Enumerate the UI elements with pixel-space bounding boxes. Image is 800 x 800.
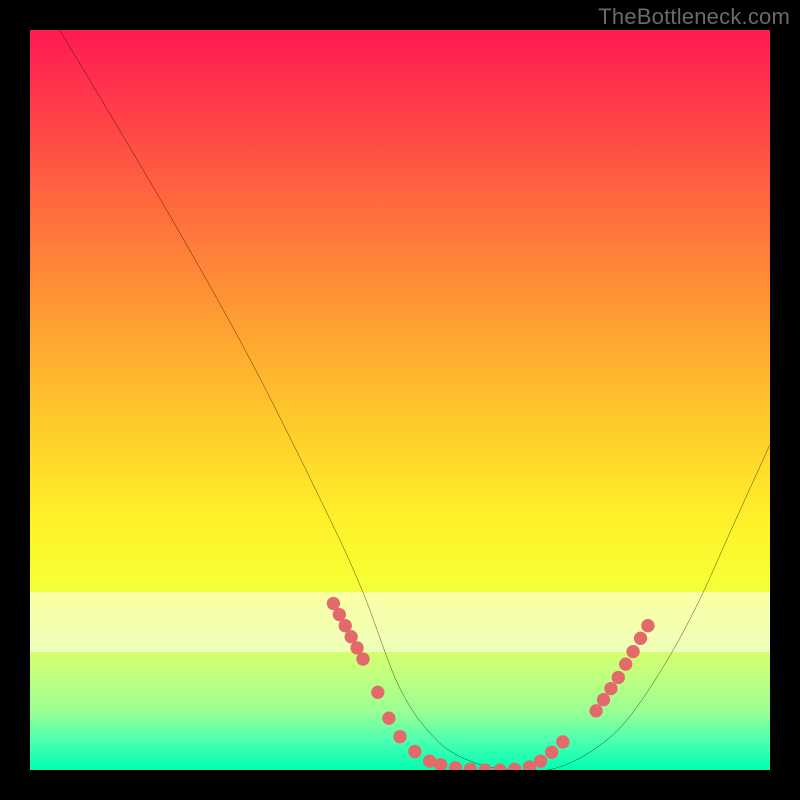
highlight-point [619,658,632,671]
highlight-point [626,645,639,658]
highlight-point [641,619,654,632]
highlight-point [604,682,617,695]
highlight-points [327,597,655,770]
plot-area [30,30,770,770]
highlight-point [382,712,395,725]
highlight-point [393,730,406,743]
highlight-point [556,735,569,748]
highlight-point [508,763,521,770]
highlight-point [589,704,602,717]
highlight-point [464,763,477,770]
highlight-point [356,652,369,665]
highlight-point [449,761,462,770]
curve-layer [30,30,770,770]
highlight-point [612,671,625,684]
highlight-point [597,693,610,706]
highlight-point [408,745,421,758]
highlight-point [478,763,491,770]
chart-container: TheBottleneck.com [0,0,800,800]
highlight-point [534,754,547,767]
highlight-point [493,763,506,770]
highlight-point [634,632,647,645]
watermark-text: TheBottleneck.com [598,4,790,30]
bottleneck-curve [60,30,770,770]
highlight-point [371,686,384,699]
highlight-point [545,746,558,759]
